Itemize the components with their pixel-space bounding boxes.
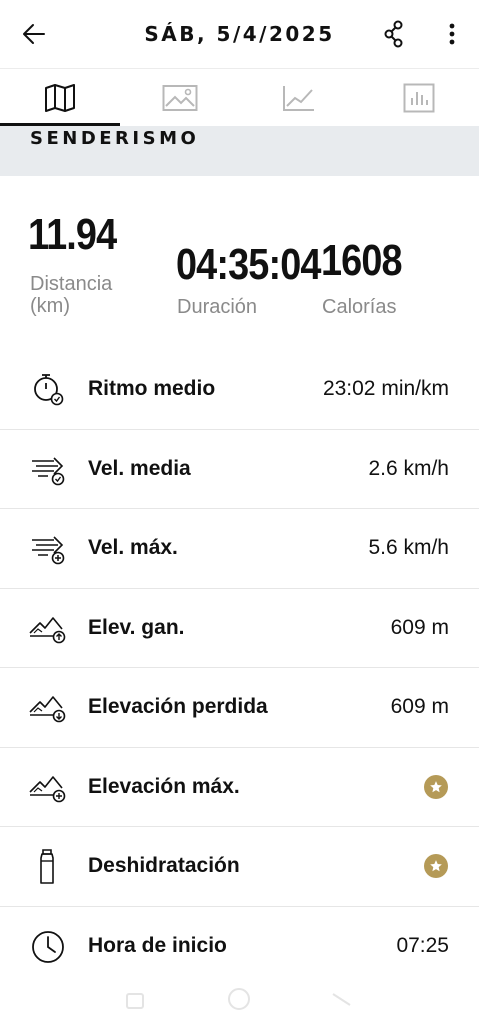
duration-value: 04:35:04 [176,240,321,289]
share-button[interactable] [374,14,414,54]
more-options-button[interactable] [432,14,472,54]
duration-label: Duración [177,296,258,318]
system-nav-bar [0,980,479,1024]
pace-stopwatch-icon [34,374,64,406]
app-header: SÁB, 5/4/2025 [0,0,479,68]
stat-label: Deshidratación [88,854,240,877]
stat-row-elevation-gain: Elev. gan. 609 m [0,589,479,668]
recents-icon[interactable] [126,993,144,1009]
premium-star-badge[interactable] [424,774,448,799]
speed-max-icon [32,536,65,565]
stat-label: Vel. máx. [88,536,178,559]
tab-bar [0,68,479,126]
calories-label: Calorías [322,296,397,318]
share-icon [384,20,403,48]
elevation-gain-icon [29,616,66,643]
stat-row-max-elevation[interactable]: Elevación máx. [0,748,479,827]
clock-icon [32,930,64,963]
speed-average-icon [32,456,65,485]
stat-label: Elevación perdida [88,695,268,718]
stat-label: Hora de inicio [88,933,227,957]
more-vertical-icon [449,23,455,45]
activity-type-band: SENDERISMO [0,126,479,176]
stat-row-average-pace: Ritmo medio 23:02 min/km [0,350,479,430]
stat-value: 609 m [390,615,449,639]
star-icon [430,860,442,872]
stat-label: Vel. media [88,456,191,480]
line-chart-icon [283,85,315,111]
home-icon[interactable] [228,988,250,1010]
distance-value: 11.94 [28,210,117,259]
stat-value: 23:02 min/km [322,377,449,400]
stat-value: 2.6 km/h [368,456,449,480]
stat-label: Ritmo medio [88,377,216,400]
stat-label: Elev. gan. [88,615,185,639]
stat-value: 07:25 [396,933,449,957]
system-back-icon[interactable] [332,993,351,1006]
elevation-max-icon [29,775,66,802]
tab-bars[interactable] [359,69,479,126]
bar-chart-icon [403,83,435,112]
stat-row-average-speed: Vel. media 2.6 km/h [0,430,479,509]
stat-label: Elevación máx. [88,774,240,798]
stat-row-max-speed: Vel. máx. 5.6 km/h [0,509,479,589]
premium-star-badge[interactable] [424,854,448,878]
stat-row-dehydration[interactable]: Deshidratación [0,827,479,907]
calories-value: 1608 [321,236,403,285]
star-icon [430,780,442,792]
stat-value: 5.6 km/h [368,536,449,559]
stat-value: 609 m [390,695,449,718]
stats-list: Ritmo medio 23:02 min/km Vel. media 2.6 … [0,350,479,986]
stat-row-start-time: Hora de inicio 07:25 [0,907,479,987]
tab-graph[interactable] [240,69,360,126]
stat-row-elevation-loss: Elevación perdida 609 m [0,668,479,748]
map-icon [44,83,75,112]
activity-type-label: SENDERISMO [30,128,200,149]
elevation-loss-icon [29,696,66,723]
tab-map[interactable] [0,69,120,126]
bottle-icon [40,849,54,884]
tab-photos[interactable] [120,69,240,126]
image-icon [162,84,198,111]
distance-label: Distancia (km) [30,273,113,317]
